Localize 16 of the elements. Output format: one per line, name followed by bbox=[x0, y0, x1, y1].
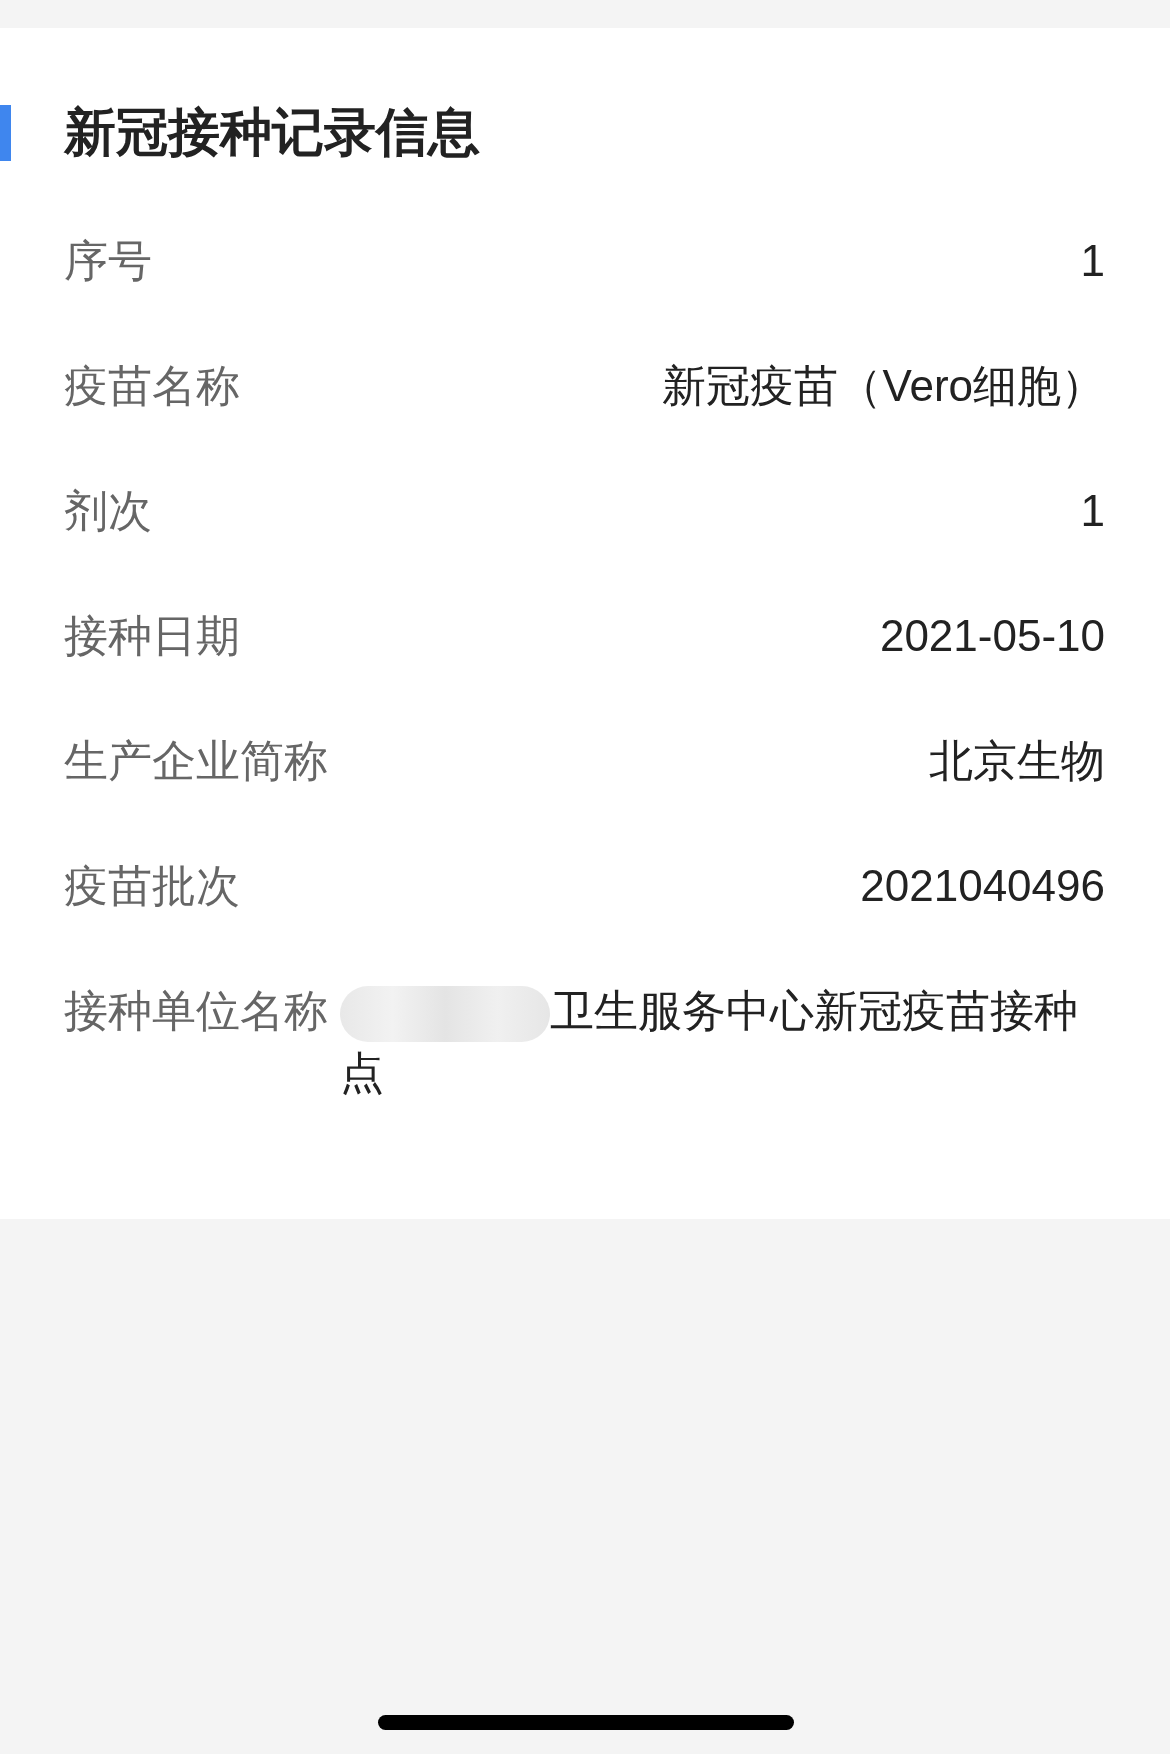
field-value: 卫生服务中心新冠疫苗接种点 bbox=[340, 986, 1078, 1098]
field-value: 2021-05-10 bbox=[879, 611, 1105, 660]
field-value: 1 bbox=[1080, 486, 1105, 535]
field-label: 序号 bbox=[64, 235, 152, 287]
field-value: 新冠疫苗（Vero细胞） bbox=[662, 361, 1105, 410]
section-title: 新冠接种记录信息 bbox=[64, 102, 480, 163]
field-value: 北京生物 bbox=[929, 736, 1105, 785]
field-label: 疫苗批次 bbox=[64, 860, 240, 912]
field-value: 2021040496 bbox=[860, 861, 1105, 910]
field-label: 疫苗名称 bbox=[64, 360, 240, 412]
field-value: 1 bbox=[1080, 236, 1105, 285]
accent-bar bbox=[0, 105, 11, 161]
field-label: 接种单位名称 bbox=[64, 985, 328, 1037]
field-label: 剂次 bbox=[64, 485, 152, 537]
field-label: 接种日期 bbox=[64, 610, 240, 662]
field-label: 生产企业简称 bbox=[64, 735, 328, 787]
